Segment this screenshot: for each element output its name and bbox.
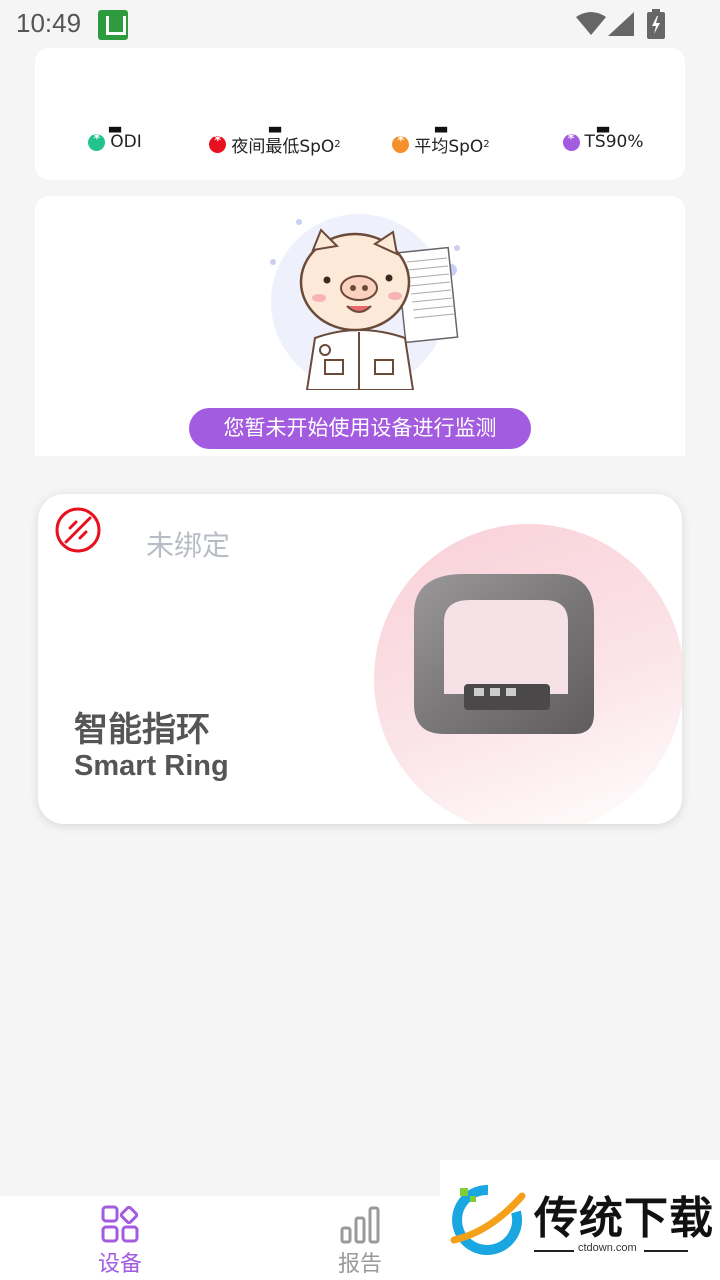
bar-chart-icon (340, 1206, 380, 1244)
grid-icon (101, 1205, 139, 1243)
metric-label-subscript: 2 (334, 139, 341, 150)
empty-state-message: 您暂未开始使用设备进行监测 (189, 408, 531, 449)
device-name-cn: 智能指环 (74, 710, 210, 750)
nav-item-reports[interactable]: 报告 (300, 1196, 420, 1280)
metric-label-text: 夜间最低SpO (231, 137, 335, 157)
metric-label-subscript: 2 (483, 139, 490, 150)
metric-label-text: TS90% (584, 132, 644, 152)
smart-ring-image (414, 574, 594, 734)
metric-odi[interactable]: - ODI (35, 48, 195, 180)
watermark-divider (644, 1250, 688, 1252)
nav-label: 报告 (337, 1252, 382, 1277)
unbound-status-text: 未绑定 (146, 529, 231, 562)
pig-doctor-illustration (270, 214, 460, 390)
unbound-icon (55, 507, 101, 553)
nav-label: 设备 (97, 1252, 142, 1277)
metric-label: 平均SpO2 (361, 132, 521, 157)
metric-label: 夜间最低SpO2 (195, 132, 355, 157)
watermark-title: 传统下载 (534, 1193, 714, 1244)
metric-dot-icon (562, 132, 580, 151)
watermark-url: ctdown.com (578, 1242, 637, 1254)
empty-state-card: 您暂未开始使用设备进行监测 (35, 196, 685, 456)
smart-ring-device-card[interactable]: 未绑定 智能指环 Smart Ring (38, 494, 682, 824)
status-bar: 10:49 (0, 0, 720, 48)
metric-avg-spo2[interactable]: - 平均SpO2 (361, 48, 521, 180)
ctdown-logo-icon (450, 1184, 526, 1255)
watermark-divider (534, 1250, 574, 1252)
wifi-icon (576, 12, 606, 35)
u-app-icon (98, 10, 128, 40)
metric-ts90[interactable]: - TS90% (523, 48, 683, 180)
metric-label-text: 平均SpO (414, 137, 484, 157)
metric-label-text: ODI (110, 132, 142, 152)
metric-dot-icon (209, 134, 227, 153)
watermark: 传统下载 ctdown.com (440, 1160, 720, 1280)
metric-dot-icon (392, 134, 410, 153)
device-name-en: Smart Ring (74, 750, 229, 782)
nav-item-devices[interactable]: 设备 (60, 1196, 180, 1280)
metric-dot-icon (88, 132, 106, 151)
metrics-card: - ODI - 夜间最低SpO2 - 平均SpO2 - TS90% (35, 48, 685, 180)
metric-label: ODI (35, 132, 195, 152)
battery-charging-icon (647, 9, 665, 39)
metric-night-min-spo2[interactable]: - 夜间最低SpO2 (195, 48, 355, 180)
status-time: 10:49 (16, 8, 82, 38)
metric-label: TS90% (523, 132, 683, 152)
signal-icon (608, 12, 634, 36)
